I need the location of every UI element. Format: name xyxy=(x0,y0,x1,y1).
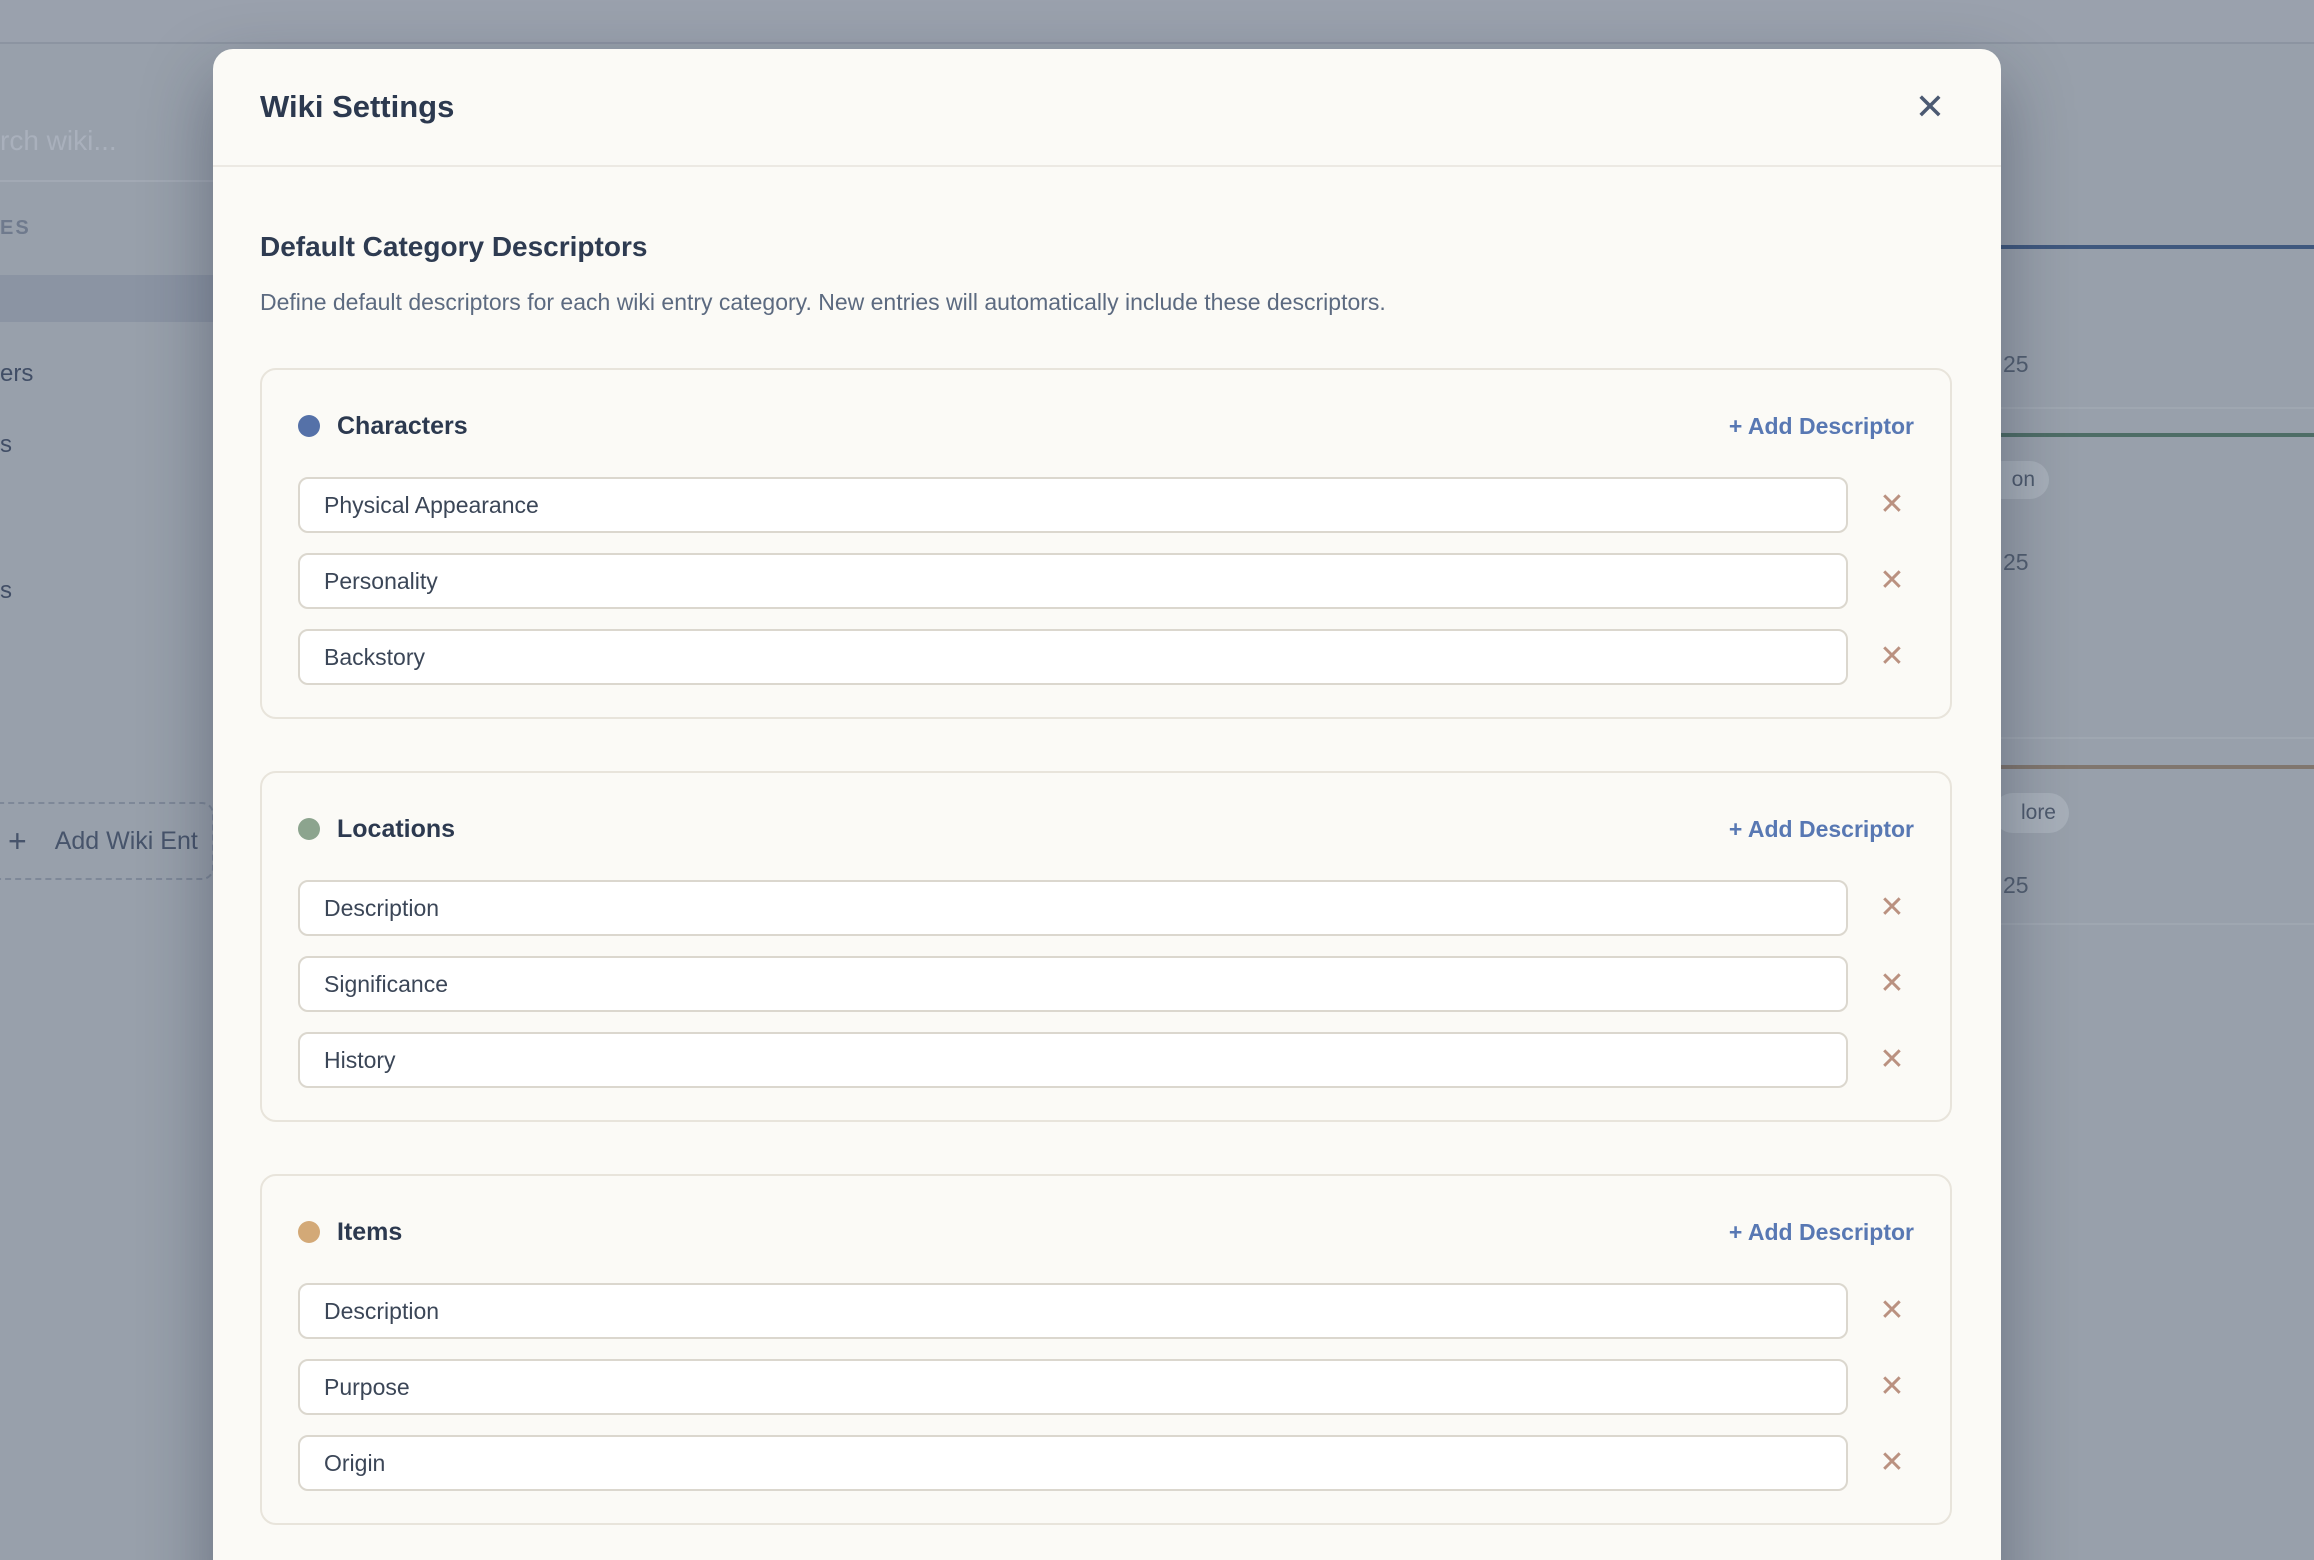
remove-descriptor-icon: ✕ xyxy=(1879,1370,1905,1403)
add-wiki-entry-button: + Add Wiki Ent xyxy=(0,802,214,880)
entry-tag-badge: lore xyxy=(1993,793,2069,833)
entry-date-fragment: 25 xyxy=(2003,872,2029,898)
category-card-locations: Locations + Add Descriptor ✕ ✕ xyxy=(260,771,1952,1122)
section-heading: Default Category Descriptors xyxy=(260,231,648,262)
entry-date-fragment: 25 xyxy=(2003,351,2029,377)
sidebar-item: ers xyxy=(0,360,34,387)
background-entries-panel: 25 on 25 lore 25 xyxy=(1983,0,2314,1560)
remove-descriptor-icon: ✕ xyxy=(1879,891,1905,924)
add-descriptor-button[interactable]: + Add Descriptor xyxy=(1729,816,1914,843)
remove-descriptor-button[interactable]: ✕ xyxy=(1870,635,1914,679)
descriptor-row: ✕ xyxy=(298,629,1914,685)
category-name: Characters xyxy=(337,411,468,440)
sidebar-item: s xyxy=(0,431,12,458)
background-topbar xyxy=(0,0,2314,44)
descriptor-row: ✕ xyxy=(298,477,1914,533)
plus-icon: + xyxy=(8,823,27,859)
remove-descriptor-button[interactable]: ✕ xyxy=(1870,559,1914,603)
section-description: Define default descriptors for each wiki… xyxy=(260,289,1386,315)
entry-tag-label: on xyxy=(2011,468,2035,491)
remove-descriptor-icon: ✕ xyxy=(1879,564,1905,597)
remove-descriptor-button[interactable]: ✕ xyxy=(1870,483,1914,527)
descriptor-row: ✕ xyxy=(298,1359,1914,1415)
background-sidebar: rch wiki... ES ers s s + Add Wiki Ent xyxy=(0,0,214,1560)
modal-title: Wiki Settings xyxy=(260,89,455,124)
entry-card-divider xyxy=(2001,923,2314,925)
wiki-app-screen: rch wiki... ES ers s s + Add Wiki Ent 25… xyxy=(0,0,2314,1560)
sidebar-section-label: ES xyxy=(0,217,31,239)
descriptor-input[interactable] xyxy=(298,1359,1848,1415)
remove-descriptor-button[interactable]: ✕ xyxy=(1870,1441,1914,1485)
category-color-dot xyxy=(298,1221,320,1243)
remove-descriptor-button[interactable]: ✕ xyxy=(1870,1365,1914,1409)
category-card-header: Items + Add Descriptor xyxy=(298,1216,1914,1248)
remove-descriptor-button[interactable]: ✕ xyxy=(1870,1289,1914,1333)
category-name: Locations xyxy=(337,814,456,843)
modal-body: Default Category Descriptors Define defa… xyxy=(213,231,2001,1525)
remove-descriptor-icon: ✕ xyxy=(1879,967,1905,1000)
descriptor-row: ✕ xyxy=(298,553,1914,609)
descriptor-rows: ✕ ✕ ✕ xyxy=(298,880,1914,1088)
wiki-settings-modal: Wiki Settings ✕ Default Category Descrip… xyxy=(213,49,2001,1560)
remove-descriptor-button[interactable]: ✕ xyxy=(1870,962,1914,1006)
descriptor-input[interactable] xyxy=(298,553,1848,609)
category-card-characters: Characters + Add Descriptor ✕ ✕ xyxy=(260,368,1952,719)
remove-descriptor-button[interactable]: ✕ xyxy=(1870,886,1914,930)
search-input: rch wiki... xyxy=(0,125,117,156)
close-modal-button[interactable]: ✕ xyxy=(1906,83,1954,131)
remove-descriptor-icon: ✕ xyxy=(1879,488,1905,521)
modal-header: Wiki Settings ✕ xyxy=(213,49,2001,167)
entry-card-accent xyxy=(2001,433,2314,437)
entry-date-fragment: 25 xyxy=(2003,549,2029,575)
descriptor-row: ✕ xyxy=(298,1283,1914,1339)
add-descriptor-button[interactable]: + Add Descriptor xyxy=(1729,413,1914,440)
descriptor-rows: ✕ ✕ ✕ xyxy=(298,477,1914,685)
descriptor-row: ✕ xyxy=(298,956,1914,1012)
descriptor-rows: ✕ ✕ ✕ xyxy=(298,1283,1914,1491)
entry-card-divider xyxy=(2001,407,2314,409)
descriptor-row: ✕ xyxy=(298,1435,1914,1491)
descriptor-input[interactable] xyxy=(298,1435,1848,1491)
descriptor-input[interactable] xyxy=(298,477,1848,533)
sidebar-item: s xyxy=(0,577,12,604)
category-card-header: Characters + Add Descriptor xyxy=(298,410,1914,442)
entry-card-accent xyxy=(2001,765,2314,769)
entry-card-accent xyxy=(2001,245,2314,249)
descriptor-input[interactable] xyxy=(298,629,1848,685)
descriptor-input[interactable] xyxy=(298,880,1848,936)
category-card-header: Locations + Add Descriptor xyxy=(298,813,1914,845)
category-card-items: Items + Add Descriptor ✕ ✕ xyxy=(260,1174,1952,1525)
category-name: Items xyxy=(337,1217,403,1246)
descriptor-input[interactable] xyxy=(298,1283,1848,1339)
close-icon: ✕ xyxy=(1914,86,1946,127)
sidebar-divider xyxy=(0,180,213,182)
entry-tag-label: lore xyxy=(2020,801,2056,824)
category-color-dot xyxy=(298,818,320,840)
remove-descriptor-icon: ✕ xyxy=(1879,640,1905,673)
category-color-dot xyxy=(298,415,320,437)
descriptor-row: ✕ xyxy=(298,880,1914,936)
add-wiki-entry-label: Add Wiki Ent xyxy=(54,826,198,855)
sidebar-selected-item xyxy=(0,275,213,322)
remove-descriptor-button[interactable]: ✕ xyxy=(1870,1038,1914,1082)
descriptor-row: ✕ xyxy=(298,1032,1914,1088)
entry-card-divider xyxy=(2001,737,2314,739)
remove-descriptor-icon: ✕ xyxy=(1879,1446,1905,1479)
remove-descriptor-icon: ✕ xyxy=(1879,1294,1905,1327)
descriptor-input[interactable] xyxy=(298,956,1848,1012)
descriptor-input[interactable] xyxy=(298,1032,1848,1088)
remove-descriptor-icon: ✕ xyxy=(1879,1043,1905,1076)
add-descriptor-button[interactable]: + Add Descriptor xyxy=(1729,1219,1914,1246)
